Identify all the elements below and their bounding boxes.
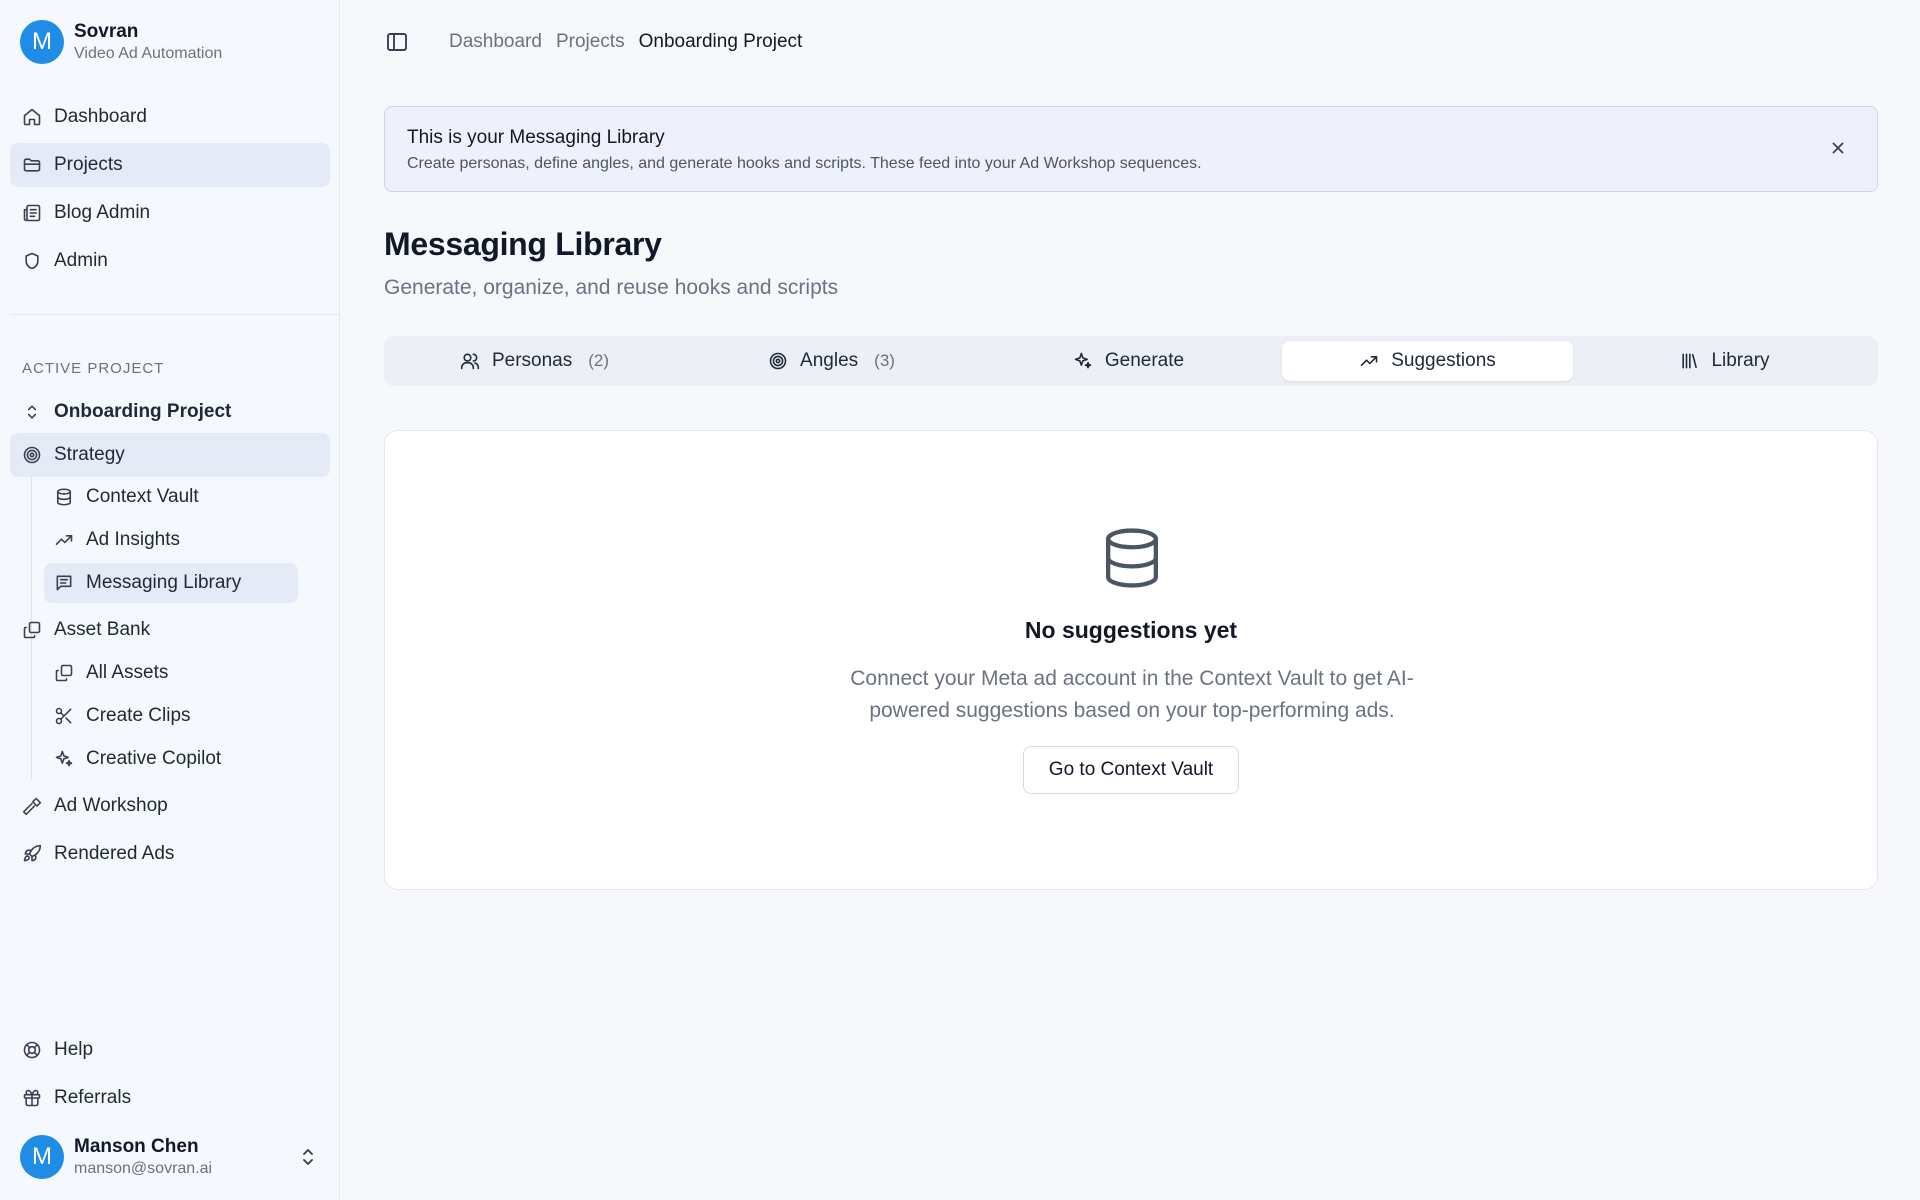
database-icon (56, 488, 72, 506)
topbar: Dashboard Projects Onboarding Project (385, 26, 816, 58)
sidebar-item-context-vault[interactable]: Context Vault (44, 477, 298, 517)
target-icon (769, 352, 787, 370)
sidebar-item-label: Create Clips (86, 705, 191, 726)
tab-generate[interactable]: Generate (983, 341, 1274, 381)
trending-up-icon (1360, 356, 1378, 366)
tree-line (31, 653, 32, 779)
tab-list: Personas (2) Angles (3) Generate Suggest… (384, 336, 1878, 386)
sidebar-item-projects[interactable]: Projects (10, 143, 330, 187)
banner-title: This is your Messaging Library (407, 127, 665, 148)
info-banner: This is your Messaging Library Create pe… (384, 106, 1878, 192)
sidebar-item-label: Asset Bank (54, 619, 151, 640)
sidebar-item-creative-copilot[interactable]: Creative Copilot (44, 739, 298, 779)
sidebar-item-label: Ad Workshop (54, 795, 168, 816)
banner-text: Create personas, define angles, and gene… (407, 155, 1202, 172)
sidebar-item-ad-workshop[interactable]: Ad Workshop (10, 784, 330, 828)
database-icon (1106, 528, 1158, 588)
sidebar-item-asset-bank[interactable]: Asset Bank (10, 608, 330, 652)
shield-icon (25, 252, 39, 270)
section-label-active-project: ACTIVE PROJECT (22, 360, 165, 377)
sidebar-item-create-clips[interactable]: Create Clips (44, 696, 298, 736)
sparkles-icon (1074, 352, 1092, 369)
page-title: Messaging Library (384, 226, 662, 262)
tab-label: Suggestions (1391, 350, 1496, 371)
sidebar-item-help[interactable]: Help (10, 1028, 330, 1072)
avatar: M (20, 1135, 64, 1179)
target-icon (23, 446, 41, 464)
workspace-switcher[interactable]: M Sovran Video Ad Automation (20, 20, 222, 64)
empty-state-text: Connect your Meta ad account in the Cont… (850, 667, 1414, 722)
scissors-icon (55, 707, 72, 725)
breadcrumb-projects[interactable]: Projects (556, 31, 625, 53)
newspaper-icon (23, 204, 41, 222)
rocket-icon (23, 844, 42, 862)
users-icon (460, 353, 480, 370)
sidebar-item-label: All Assets (86, 662, 169, 683)
home-icon (23, 108, 41, 126)
close-icon[interactable] (1827, 137, 1849, 159)
tab-count: (2) (588, 351, 610, 370)
chevrons-up-down-icon[interactable] (296, 1145, 320, 1169)
tab-library[interactable]: Library (1579, 341, 1870, 381)
gift-icon (23, 1089, 41, 1107)
trending-up-icon (55, 535, 73, 545)
sparkles-icon (55, 750, 73, 767)
tab-angles[interactable]: Angles (3) (686, 341, 977, 381)
tab-label: Personas (491, 350, 573, 371)
sidebar-item-dashboard[interactable]: Dashboard (10, 95, 330, 139)
sidebar-item-ad-insights[interactable]: Ad Insights (44, 520, 298, 560)
brand-avatar: M (20, 20, 64, 64)
hammer-icon (22, 797, 42, 816)
sidebar-item-label: Admin (54, 250, 108, 271)
tab-personas[interactable]: Personas (2) (389, 341, 680, 381)
sidebar-item-label: Referrals (54, 1087, 132, 1108)
sidebar-item-label: Creative Copilot (86, 748, 222, 769)
sidebar-item-label: Projects (54, 154, 123, 175)
go-to-context-vault-button[interactable]: Go to Context Vault (1023, 746, 1239, 794)
user-name: Manson Chen (74, 1136, 199, 1157)
breadcrumb-dashboard[interactable]: Dashboard (449, 31, 542, 53)
sidebar-item-label: Strategy (54, 444, 125, 465)
chevrons-up-down-icon (27, 405, 37, 419)
brand-subtitle: Video Ad Automation (74, 45, 223, 62)
sidebar-item-label: Dashboard (54, 106, 147, 127)
project-switcher[interactable]: Onboarding Project (10, 390, 330, 434)
sidebar-item-admin[interactable]: Admin (10, 239, 330, 283)
sidebar-item-all-assets[interactable]: All Assets (44, 653, 298, 693)
panel-left-icon[interactable] (385, 30, 409, 54)
tab-suggestions[interactable]: Suggestions (1282, 341, 1573, 381)
sidebar-item-referrals[interactable]: Referrals (10, 1076, 330, 1120)
sidebar-item-label: Messaging Library (86, 572, 242, 593)
sidebar-item-messaging-library[interactable]: Messaging Library (44, 563, 298, 603)
sidebar-item-strategy[interactable]: Strategy (10, 433, 330, 477)
brand-name: Sovran (74, 21, 139, 42)
tab-label: Generate (1104, 350, 1185, 371)
project-name: Onboarding Project (54, 401, 232, 422)
sidebar-item-blog-admin[interactable]: Blog Admin (10, 191, 330, 235)
sidebar-item-label: Rendered Ads (54, 843, 175, 864)
sidebar-item-label: Context Vault (86, 486, 199, 507)
page-subtitle: Generate, organize, and reuse hooks and … (384, 276, 839, 299)
sidebar: M Sovran Video Ad Automation Dashboard P… (0, 0, 340, 1200)
message-square-text-icon (56, 575, 72, 591)
sidebar-item-label: Help (54, 1039, 94, 1060)
copy-icon (23, 621, 41, 639)
empty-state-title: No suggestions yet (1024, 617, 1238, 643)
suggestions-panel: No suggestions yet Connect your Meta ad … (384, 430, 1878, 890)
sidebar-item-label: Blog Admin (54, 202, 151, 223)
copy-icon (55, 664, 73, 682)
tab-label: Library (1711, 350, 1770, 371)
sidebar-item-rendered-ads[interactable]: Rendered Ads (10, 832, 330, 876)
tab-count: (3) (874, 351, 895, 370)
sidebar-divider (10, 314, 340, 315)
user-menu[interactable]: M Manson Chen manson@sovran.ai (20, 1135, 320, 1179)
sidebar-item-label: Ad Insights (86, 529, 180, 550)
breadcrumb-current: Onboarding Project (638, 31, 803, 52)
user-email: manson@sovran.ai (74, 1160, 213, 1177)
life-buoy-icon (23, 1041, 41, 1059)
folder-icon (23, 158, 41, 172)
tab-label: Angles (800, 350, 859, 371)
library-icon (1682, 353, 1698, 369)
breadcrumb: Dashboard Projects Onboarding Project (449, 31, 816, 53)
